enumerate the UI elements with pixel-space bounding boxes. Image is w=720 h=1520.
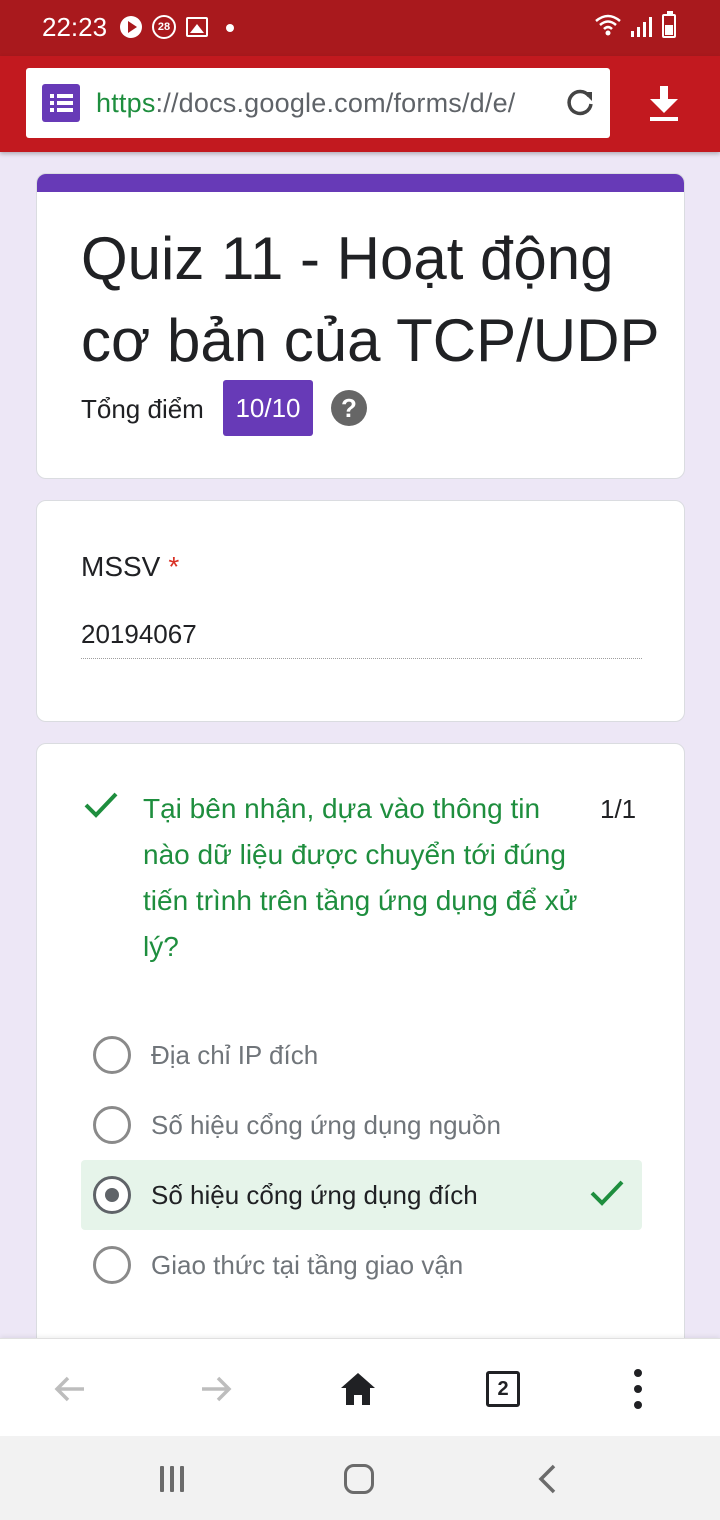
mssv-answer: 20194067	[81, 619, 642, 659]
wifi-icon	[595, 14, 621, 36]
option-label: Số hiệu cổng ứng dụng đích	[151, 1180, 478, 1210]
notification-count-icon: 28	[152, 15, 176, 39]
signal-icon	[631, 17, 652, 37]
required-mark: *	[168, 551, 180, 582]
option-label: Giao thức tại tầng giao vận	[151, 1250, 464, 1280]
system-nav-bar	[0, 1436, 720, 1520]
radio-button[interactable]	[93, 1036, 131, 1074]
reload-icon[interactable]	[564, 87, 596, 119]
download-icon[interactable]	[646, 84, 682, 124]
form-accent-bar	[37, 174, 684, 192]
option-item-selected[interactable]: Số hiệu cổng ứng dụng đích	[81, 1160, 642, 1230]
back-arrow-icon[interactable]	[50, 1369, 90, 1409]
option-label: Số hiệu cổng ứng dụng nguồn	[151, 1110, 501, 1140]
url-scheme: https	[96, 88, 156, 118]
radio-button[interactable]	[93, 1106, 131, 1144]
form-title: Quiz 11 - Hoạt động cơ bản của TCP/UDP	[81, 225, 660, 374]
mssv-label: MSSV *	[81, 551, 179, 583]
browser-bottom-bar: 2	[0, 1338, 720, 1436]
question-card: Tại bên nhận, dựa vào thông tin nào dữ l…	[36, 743, 685, 1383]
option-label: Địa chỉ IP đích	[151, 1040, 319, 1070]
option-item[interactable]: Số hiệu cổng ứng dụng nguồn	[81, 1090, 642, 1160]
status-bar: 22:23 28	[0, 0, 720, 56]
recents-icon[interactable]	[158, 1466, 188, 1492]
mssv-card: MSSV * 20194067	[36, 500, 685, 722]
question-text: Tại bên nhận, dựa vào thông tin nào dữ l…	[143, 793, 578, 962]
radio-button[interactable]	[93, 1246, 131, 1284]
mssv-label-text: MSSV	[81, 551, 161, 582]
back-nav-icon[interactable]	[536, 1464, 560, 1494]
battery-icon	[662, 11, 676, 38]
help-icon[interactable]: ?	[331, 390, 367, 426]
google-forms-icon	[42, 84, 80, 122]
more-menu-icon[interactable]	[630, 1369, 646, 1409]
forward-arrow-icon[interactable]	[196, 1369, 236, 1409]
home-nav-icon[interactable]	[344, 1464, 374, 1494]
question-points: 1/1	[600, 794, 637, 824]
form-header-card: Quiz 11 - Hoạt động cơ bản của TCP/UDP T…	[36, 173, 685, 479]
play-icon	[120, 16, 142, 38]
home-icon[interactable]	[338, 1369, 378, 1409]
url-text[interactable]: https://docs.google.com/forms/d/e/	[96, 88, 556, 119]
radio-button-checked[interactable]	[93, 1176, 131, 1214]
image-icon	[186, 17, 208, 37]
option-item[interactable]: Địa chỉ IP đích	[81, 1020, 642, 1090]
url-path: ://docs.google.com/forms/d/e/	[155, 88, 516, 118]
correct-check-icon	[590, 1180, 624, 1206]
url-bar[interactable]: https://docs.google.com/forms/d/e/	[26, 68, 610, 138]
tab-switcher-icon[interactable]: 2	[486, 1371, 520, 1407]
correct-check-icon	[84, 792, 118, 818]
status-time: 22:23	[42, 12, 108, 42]
browser-toolbar: https://docs.google.com/forms/d/e/	[0, 56, 720, 152]
score-label: Tổng điểm	[81, 394, 204, 424]
score-badge: 10/10	[223, 380, 313, 436]
dot-icon	[226, 24, 234, 32]
option-item[interactable]: Giao thức tại tầng giao vận	[81, 1230, 642, 1300]
